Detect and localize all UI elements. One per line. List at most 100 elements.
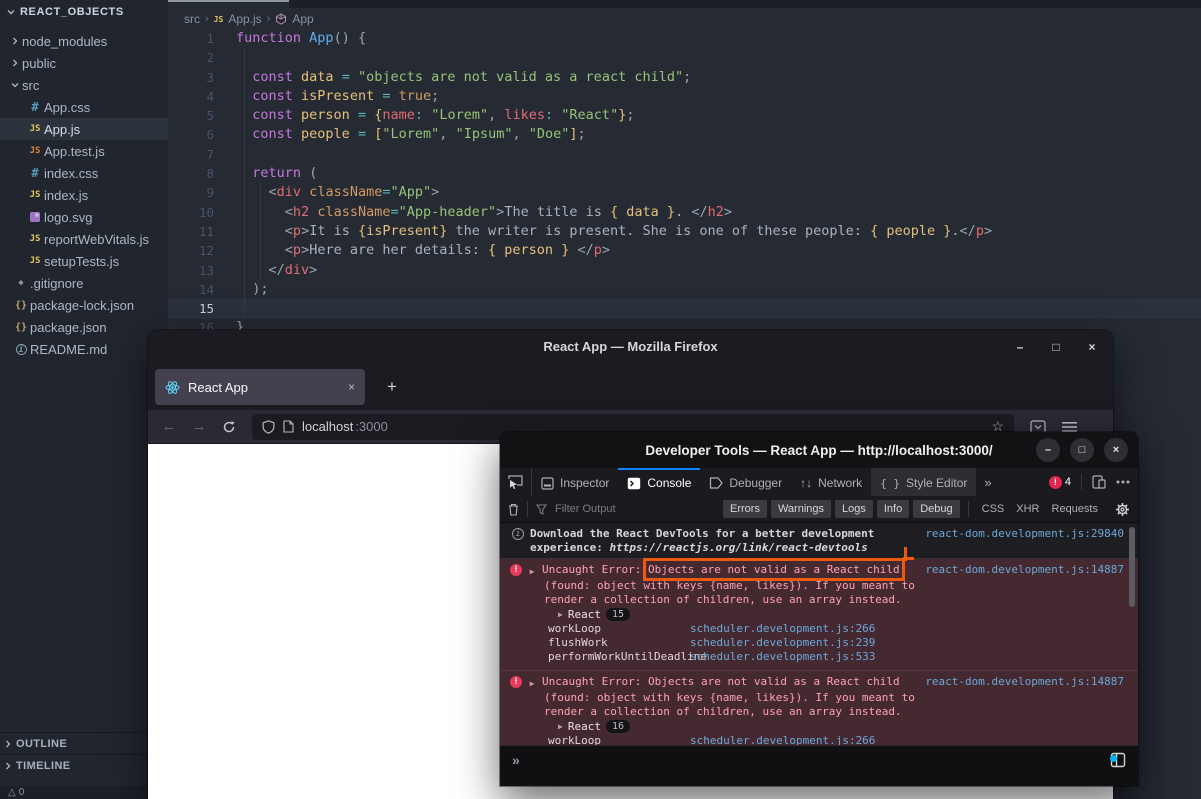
react-stack-group[interactable]: ▶React16 bbox=[508, 719, 1124, 734]
folder-row[interactable]: node_modules bbox=[0, 30, 168, 52]
folder-row[interactable]: src bbox=[0, 74, 168, 96]
clear-console-icon[interactable] bbox=[508, 503, 519, 516]
tab-inspector[interactable]: Inspector bbox=[532, 468, 618, 496]
code-line[interactable]: 4 const isPresent = true; bbox=[168, 87, 1201, 106]
expand-group-icon[interactable]: ▶ bbox=[558, 608, 563, 622]
tab-console[interactable]: Console bbox=[618, 468, 700, 496]
minimize-button[interactable]: – bbox=[1036, 438, 1060, 462]
code-line[interactable]: 1function App() { bbox=[168, 29, 1201, 48]
code-line[interactable]: 2 bbox=[168, 48, 1201, 67]
devtools-titlebar[interactable]: Developer Tools — React App — http://loc… bbox=[500, 432, 1138, 468]
file-row[interactable]: iREADME.md bbox=[0, 338, 168, 360]
active-editor-tab[interactable] bbox=[168, 0, 289, 8]
status-bar[interactable]: △ 0 bbox=[0, 786, 168, 799]
back-button[interactable]: ← bbox=[154, 418, 184, 435]
console-scrollbar-thumb[interactable] bbox=[1129, 527, 1135, 607]
expand-group-icon[interactable]: ▶ bbox=[558, 720, 563, 734]
code-line[interactable]: 9 <div className="App"> bbox=[168, 183, 1201, 202]
filter-requests-button[interactable]: Requests bbox=[1047, 500, 1103, 518]
file-row[interactable]: {}package-lock.json bbox=[0, 294, 168, 316]
breadcrumb-app-symbol[interactable]: App bbox=[292, 12, 313, 26]
close-button[interactable]: × bbox=[1085, 340, 1099, 354]
code-area[interactable]: 1function App() {23 const data = "object… bbox=[168, 29, 1201, 338]
filter-xhr-button[interactable]: XHR bbox=[1011, 500, 1044, 518]
source-link[interactable]: react-dom.development.js:14887 bbox=[925, 675, 1124, 691]
problems-count: 0 bbox=[19, 787, 25, 798]
code-line[interactable]: 5 const person = {name: "Lorem", likes: … bbox=[168, 106, 1201, 125]
react-stack-group[interactable]: ▶React15 bbox=[508, 607, 1124, 622]
code-line[interactable]: 3 const data = "objects are not valid as… bbox=[168, 68, 1201, 87]
reload-button[interactable] bbox=[214, 420, 244, 434]
forward-button[interactable]: → bbox=[184, 418, 214, 435]
breadcrumb-appjs[interactable]: App.js bbox=[228, 12, 261, 26]
file-row[interactable]: JSsetupTests.js bbox=[0, 250, 168, 272]
tab-style-editor[interactable]: { } Style Editor bbox=[871, 468, 976, 496]
tab-network-label: Network bbox=[818, 476, 862, 490]
source-link[interactable]: scheduler.development.js:266 bbox=[690, 622, 875, 636]
file-row[interactable]: JSApp.js bbox=[0, 118, 168, 140]
info-line1: Download the React DevTools for a better… bbox=[530, 527, 874, 540]
code-line[interactable]: 6 const people = ["Lorem", "Ipsum", "Doe… bbox=[168, 125, 1201, 144]
code-line[interactable]: 10 <h2 className="App-header">The title … bbox=[168, 203, 1201, 222]
console-input-row[interactable]: » bbox=[500, 745, 1138, 786]
new-tab-button[interactable]: + bbox=[380, 375, 404, 399]
breadcrumb-src[interactable]: src bbox=[184, 12, 200, 26]
devtools-menu-icon[interactable] bbox=[1116, 480, 1130, 484]
tab-debugger[interactable]: Debugger bbox=[700, 468, 791, 496]
file-row[interactable]: {}package.json bbox=[0, 316, 168, 338]
tab-network[interactable]: ↑↓ Network bbox=[791, 468, 871, 496]
more-tabs-chevron[interactable]: » bbox=[976, 468, 999, 496]
file-row[interactable]: JSindex.js bbox=[0, 184, 168, 206]
file-row[interactable]: #index.css bbox=[0, 162, 168, 184]
source-link[interactable]: scheduler.development.js:266 bbox=[690, 734, 875, 745]
code-line[interactable]: 12 <p>Here are her details: { person } <… bbox=[168, 241, 1201, 260]
explorer-header[interactable]: REACT_OBJECTS bbox=[0, 0, 168, 24]
close-button[interactable]: × bbox=[1104, 438, 1128, 462]
expand-error-icon[interactable]: ▶ bbox=[522, 563, 542, 579]
maximize-button[interactable]: □ bbox=[1070, 438, 1094, 462]
devtools-download-link[interactable]: https://reactjs.org/link/react-devtools bbox=[609, 541, 867, 554]
tab-react-app[interactable]: React App × bbox=[155, 369, 365, 405]
console-settings-gear-icon[interactable] bbox=[1115, 502, 1130, 517]
file-row[interactable]: #App.css bbox=[0, 96, 168, 118]
outline-panel[interactable]: OUTLINE bbox=[0, 732, 168, 754]
minimize-button[interactable]: – bbox=[1013, 340, 1027, 354]
page-info-icon[interactable] bbox=[283, 420, 294, 433]
code-line[interactable]: 13 </div> bbox=[168, 261, 1201, 280]
code-line[interactable]: 7 bbox=[168, 145, 1201, 164]
file-row[interactable]: ◆.gitignore bbox=[0, 272, 168, 294]
source-link[interactable]: scheduler.development.js:239 bbox=[690, 636, 875, 650]
responsive-design-icon[interactable] bbox=[1092, 475, 1106, 489]
tab-close-icon[interactable]: × bbox=[348, 380, 355, 394]
split-console-icon[interactable] bbox=[1110, 752, 1126, 768]
stack-function-name: flushWork bbox=[508, 636, 690, 650]
source-link[interactable]: react-dom.development.js:29840 bbox=[925, 527, 1124, 558]
filter-info-button[interactable]: Info bbox=[877, 500, 909, 518]
error-count-badge[interactable]: ! 4 bbox=[1049, 476, 1071, 489]
filter-errors-button[interactable]: Errors bbox=[723, 500, 767, 518]
menu-hamburger-icon[interactable] bbox=[1062, 421, 1077, 433]
file-row[interactable]: JSApp.test.js bbox=[0, 140, 168, 162]
maximize-button[interactable]: □ bbox=[1049, 340, 1063, 354]
filter-css-button[interactable]: CSS bbox=[977, 500, 1010, 518]
code-line[interactable]: 8 return ( bbox=[168, 164, 1201, 183]
firefox-titlebar[interactable]: React App — Mozilla Firefox – □ × bbox=[148, 330, 1113, 363]
filter-output-input[interactable]: Filter Output bbox=[555, 503, 616, 515]
code-line[interactable]: 11 <p>It is {isPresent} the writer is pr… bbox=[168, 222, 1201, 241]
code-line[interactable]: 15 bbox=[168, 299, 1201, 318]
hash-file-icon: # bbox=[26, 100, 44, 114]
braces-file-icon: {} bbox=[12, 300, 30, 311]
code-line[interactable]: 14 ); bbox=[168, 280, 1201, 299]
expand-error-icon[interactable]: ▶ bbox=[522, 675, 542, 691]
line-number: 4 bbox=[168, 87, 214, 106]
pick-element-icon[interactable] bbox=[500, 468, 532, 496]
file-row[interactable]: logo.svg bbox=[0, 206, 168, 228]
source-link[interactable]: react-dom.development.js:14887 bbox=[925, 563, 1124, 579]
filter-warnings-button[interactable]: Warnings bbox=[771, 500, 831, 518]
timeline-panel[interactable]: TIMELINE bbox=[0, 754, 168, 776]
filter-debug-button[interactable]: Debug bbox=[913, 500, 959, 518]
source-link[interactable]: scheduler.development.js:533 bbox=[690, 650, 875, 664]
folder-row[interactable]: public bbox=[0, 52, 168, 74]
filter-logs-button[interactable]: Logs bbox=[835, 500, 873, 518]
file-row[interactable]: JSreportWebVitals.js bbox=[0, 228, 168, 250]
